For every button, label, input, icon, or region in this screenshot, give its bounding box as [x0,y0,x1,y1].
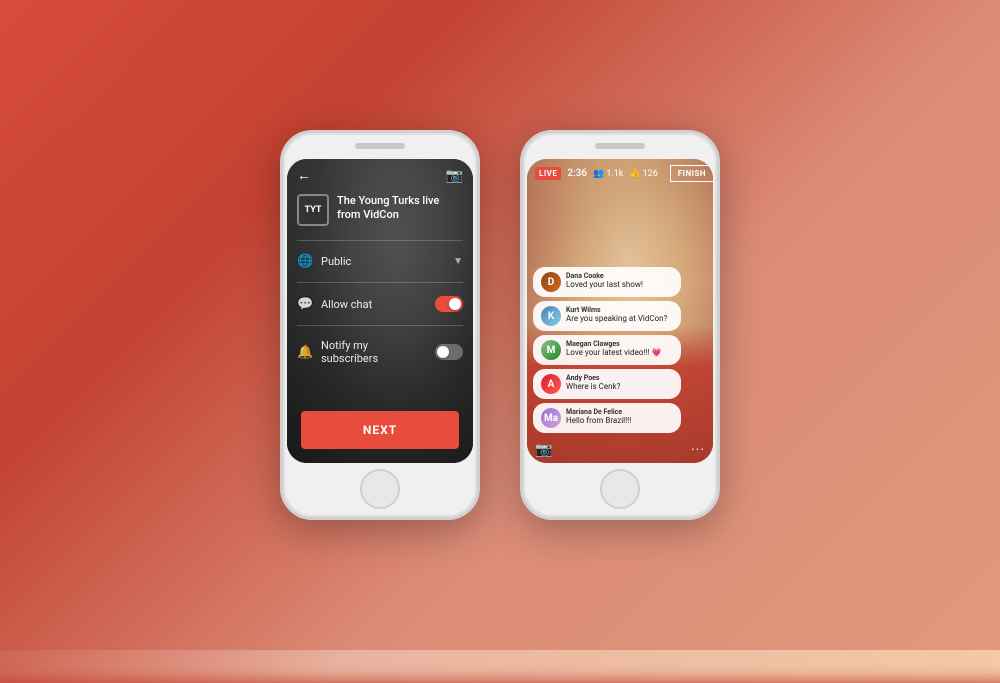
chat-content-3: Maegan Clawges Love your latest video!!!… [566,340,661,359]
option-notify[interactable]: 🔔 Notify my subscribers [287,330,473,374]
chat-content-1: Dana Cooke Loved your last show! [566,272,643,291]
option-public[interactable]: 🌐 Public ▼ [287,245,473,278]
avatar-andy: A [541,374,561,394]
chat-message-3: M Maegan Clawges Love your latest video!… [533,335,681,365]
viewers-count: 👥 1.1k [593,169,623,179]
chat-text-1: Loved your last show! [566,280,643,290]
phone-setup: ← 📷 TYT The Young Turks live from VidCon… [280,130,480,520]
username-4: Andy Poes [566,374,620,382]
chat-area: D Dana Cooke Loved your last show! K Kur… [527,188,713,437]
spacer [287,374,473,403]
avatar-initial-kurt: K [541,306,561,326]
avatar-initial-andy: A [541,374,561,394]
avatar-initial-mariana: Ma [541,408,561,428]
divider-1 [297,240,463,241]
avatar-maegan: M [541,340,561,360]
chat-text-4: Where is Cenk? [566,382,620,392]
phone1-content: ← 📷 TYT The Young Turks live from VidCon… [287,159,473,463]
phone1-topbar: ← 📷 [287,159,473,188]
username-2: Kurt Wilms [566,306,667,314]
channel-info: TYT The Young Turks live from VidCon [287,188,473,236]
chat-message-2: K Kurt Wilms Are you speaking at VidCon? [533,301,681,331]
avatar-kurt: K [541,306,561,326]
chat-text-2: Are you speaking at VidCon? [566,314,667,324]
username-1: Dana Cooke [566,272,643,280]
notify-label: Notify my subscribers [321,339,427,365]
viewers-icon: 👥 [593,169,604,179]
scene-container: ← 📷 TYT The Young Turks live from VidCon… [0,0,1000,650]
viewers-number: 1.1k [606,169,623,179]
stream-time: 2:36 [567,168,587,179]
username-3: Maegan Clawges [566,340,661,348]
allow-chat-toggle[interactable] [435,296,463,312]
public-label: Public [321,255,445,268]
avatar-dana: D [541,272,561,292]
finish-button[interactable]: FINISH [670,165,713,182]
notify-toggle[interactable] [435,344,463,360]
more-icon[interactable]: ··· [691,442,705,458]
chat-text-3: Love your latest video!!! 💗 [566,348,661,358]
avatar-initial-maegan: M [541,340,561,360]
avatar-initial-dana: D [541,272,561,292]
phone2-topbar: LIVE 2:36 👥 1.1k 👍 126 FINISH [527,159,713,188]
like-icon: 👍 [629,169,640,179]
likes-number: 126 [643,169,658,179]
next-button[interactable]: NEXT [301,411,459,449]
phone-setup-screen: ← 📷 TYT The Young Turks live from VidCon… [287,159,473,463]
bell-icon: 🔔 [297,345,313,360]
divider-2 [297,282,463,283]
chat-message-5: Ma Mariana De Felice Hello from Brazil!!… [533,403,681,433]
phone-live-screen: LIVE 2:36 👥 1.1k 👍 126 FINISH [527,159,713,463]
chevron-icon: ▼ [453,256,463,267]
likes-count: 👍 126 [629,169,657,179]
live-badge: LIVE [535,167,561,180]
phone-live: LIVE 2:36 👥 1.1k 👍 126 FINISH [520,130,720,520]
camera-icon-phone2[interactable]: 📷 [535,442,552,458]
phone2-content: LIVE 2:36 👥 1.1k 👍 126 FINISH [527,159,713,463]
divider-3 [297,325,463,326]
channel-title: The Young Turks live from VidCon [337,194,463,223]
username-5: Mariana De Felice [566,408,631,416]
phone2-bottombar: 📷 ··· [527,437,713,463]
channel-logo: TYT [297,194,329,226]
chat-content-4: Andy Poes Where is Cenk? [566,374,620,393]
globe-icon: 🌐 [297,254,313,269]
chat-message-1: D Dana Cooke Loved your last show! [533,267,681,297]
avatar-mariana: Ma [541,408,561,428]
back-icon[interactable]: ← [297,167,311,184]
chat-content-2: Kurt Wilms Are you speaking at VidCon? [566,306,667,325]
allow-chat-label: Allow chat [321,298,427,311]
chat-text-5: Hello from Brazil!!! [566,416,631,426]
chat-message-4: A Andy Poes Where is Cenk? [533,369,681,399]
option-allow-chat[interactable]: 💬 Allow chat [287,287,473,321]
chat-content-5: Mariana De Felice Hello from Brazil!!! [566,408,631,427]
camera-icon-phone1[interactable]: 📷 [446,168,463,184]
chat-icon: 💬 [297,297,313,312]
